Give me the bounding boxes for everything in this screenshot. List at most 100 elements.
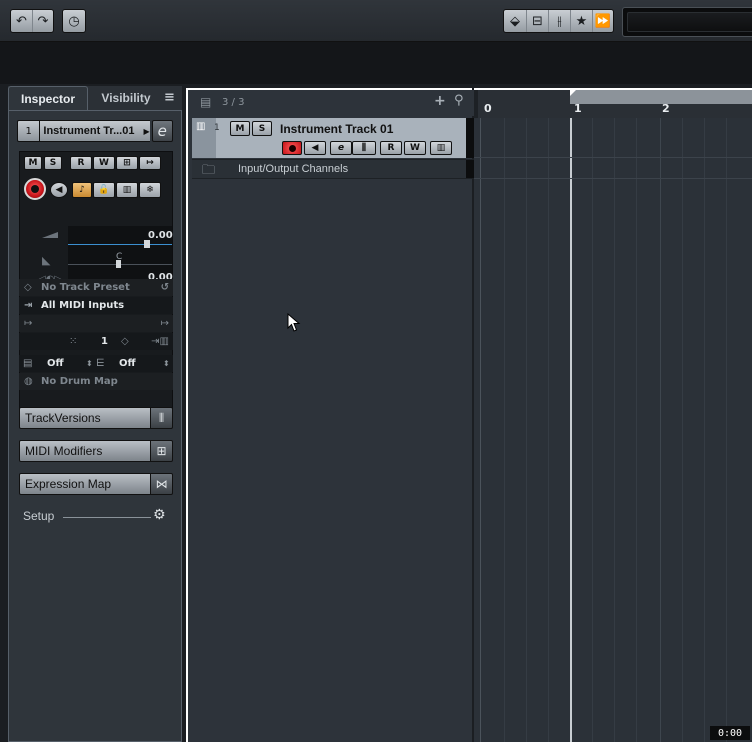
redo-icon[interactable]: ↷ xyxy=(32,10,53,32)
menu-icon[interactable]: ≡ xyxy=(164,90,178,105)
ruler-bar-1: 1 xyxy=(574,102,582,115)
undo-icon[interactable]: ↶ xyxy=(11,10,32,32)
search-icon[interactable]: ⚲ xyxy=(454,93,464,108)
gear-icon[interactable]: ⚙ xyxy=(153,507,166,523)
route-icon[interactable]: ↦ xyxy=(139,156,161,170)
add-track-icon[interactable]: + xyxy=(434,93,446,109)
pan-icon: ◣ xyxy=(42,254,51,267)
arrange-area[interactable]: 0:00 xyxy=(474,118,752,742)
top-toolbar: ↶ ↷ ◷ ⬙ ⊟ ⫲ ★ ⏩ xyxy=(0,0,752,42)
history-icon[interactable]: ◷ xyxy=(63,10,85,32)
grid-line xyxy=(592,118,593,742)
section-trackversions[interactable]: TrackVersions ⫴ xyxy=(19,407,173,429)
section-midi-modifiers[interactable]: MIDI Modifiers ⊞ xyxy=(19,440,173,462)
star-icon[interactable]: ★ xyxy=(570,10,592,32)
pan-handle[interactable] xyxy=(116,260,121,268)
setup-label: Setup xyxy=(23,509,55,523)
track-read-button[interactable]: R xyxy=(380,141,402,155)
ruler-bar-0: 0 xyxy=(484,102,492,115)
volume-handle[interactable] xyxy=(144,240,150,248)
inspector-track-header[interactable]: 1 Instrument Tr...01 ▶ e xyxy=(17,120,173,142)
expression-map-icon[interactable]: ⋈ xyxy=(151,473,173,495)
arrange-track-lane-divider xyxy=(474,157,752,158)
transpose-value[interactable]: Off xyxy=(47,358,64,369)
reset-icon[interactable]: ↺ xyxy=(161,282,169,293)
timeline-ruler[interactable]: 0 1 2 xyxy=(474,88,752,118)
mixer-icon[interactable]: ⫲ xyxy=(548,10,570,32)
volume-icon xyxy=(42,230,58,238)
snap-grid-icon[interactable]: ⊟ xyxy=(526,10,548,32)
track-name[interactable]: Instrument Tr...01 xyxy=(40,120,144,142)
velocity-value[interactable]: Off xyxy=(119,358,136,369)
channel-grid-icon: ⁙ xyxy=(69,336,78,347)
read-button[interactable]: R xyxy=(70,156,92,170)
chevron-right-icon[interactable]: ▶ xyxy=(143,120,150,142)
track-solo-button[interactable]: S xyxy=(252,121,272,136)
drum-map-field[interactable]: ◍ No Drum Map xyxy=(19,373,173,390)
preset-icon: ◇ xyxy=(24,282,32,293)
project-cursor-marker[interactable] xyxy=(570,90,576,96)
time-base-icon[interactable]: ♪ xyxy=(72,182,92,198)
midi-input-field[interactable]: ⇥ All MIDI Inputs xyxy=(19,297,173,314)
ruler-loop-zone xyxy=(570,90,752,104)
trackversions-icon[interactable]: ⫴ xyxy=(151,407,173,429)
transpose-velocity-row: ▤ Off ⬍ ⋿ Off ⬍ xyxy=(19,355,173,372)
setup-row[interactable]: Setup ⚙ xyxy=(23,507,173,525)
constrain-icon[interactable]: ⬙ xyxy=(504,10,526,32)
input-icon: ⇥ xyxy=(24,300,33,311)
track-record-button[interactable] xyxy=(282,141,302,155)
track-monitor-icon[interactable]: ◀ xyxy=(304,141,326,155)
grid-line xyxy=(480,118,481,742)
write-button[interactable]: W xyxy=(93,156,115,170)
track-levels-icon[interactable]: ⫼ xyxy=(352,141,376,155)
track-type-icon: ▥ xyxy=(192,118,216,158)
solo-button[interactable]: S xyxy=(44,156,62,170)
lane-icon[interactable]: ⊞ xyxy=(116,156,138,170)
lock-icon[interactable]: 🔓 xyxy=(93,182,115,198)
midi-channel-field[interactable]: ⁙ 1 ◇ ⇥▥ xyxy=(19,333,173,350)
section-label: TrackVersions xyxy=(19,407,151,429)
output-edit-icon[interactable]: ↦ xyxy=(161,318,169,329)
midi-channel-value: 1 xyxy=(101,336,108,347)
transport-display-inner xyxy=(627,12,752,32)
midi-modifiers-icon[interactable]: ⊞ xyxy=(151,440,173,462)
track-edit-icon[interactable]: e xyxy=(330,141,352,155)
folder-track-name[interactable]: Input/Output Channels xyxy=(238,163,348,175)
transport-display xyxy=(622,7,752,37)
track-mute-button[interactable]: M xyxy=(230,121,250,136)
tab-visibility[interactable]: Visibility xyxy=(90,86,162,110)
track-row[interactable]: ▥ 1 M S Instrument Track 01 ◀ e ⫼ R W ▥ xyxy=(192,118,476,158)
mute-button[interactable]: M xyxy=(24,156,42,170)
track-keyboard-icon[interactable]: ▥ xyxy=(430,141,452,155)
record-enable-button[interactable] xyxy=(24,178,46,200)
track-preset-field[interactable]: ◇ No Track Preset ↺ xyxy=(19,279,173,296)
midi-input-label: All MIDI Inputs xyxy=(41,300,125,311)
folder-track-row[interactable]: 🗀 Input/Output Channels xyxy=(192,159,476,179)
transpose-stepper[interactable]: ⬍ xyxy=(86,359,93,368)
grid-line xyxy=(504,118,505,742)
grid-line xyxy=(548,118,549,742)
drum-icon: ◍ xyxy=(24,376,33,387)
transpose-icon: ▤ xyxy=(23,358,33,369)
velocity-stepper[interactable]: ⬍ xyxy=(163,359,170,368)
track-name[interactable]: Instrument Track 01 xyxy=(280,122,393,136)
project-cursor-line xyxy=(570,118,572,742)
instrument-icon[interactable]: ⇥▥ xyxy=(151,336,169,347)
track-list: ▤ 3 / 3 + ⚲ ▥ 1 M S Instrument Track 01 … xyxy=(186,88,476,742)
track-write-button[interactable]: W xyxy=(404,141,426,155)
section-expression-map[interactable]: Expression Map ⋈ xyxy=(19,473,173,495)
monitor-icon[interactable]: ◀ xyxy=(50,182,68,198)
play-forward-icon[interactable]: ⏩ xyxy=(592,10,613,32)
program-icon: ◇ xyxy=(121,336,129,347)
tab-inspector[interactable]: Inspector xyxy=(8,86,88,110)
output-icon: ↦ xyxy=(24,318,33,329)
midi-output-field[interactable]: ↦ ↦ xyxy=(19,315,173,332)
track-list-menu-icon[interactable]: ▤ xyxy=(200,95,211,109)
keyboard-icon[interactable]: ▥ xyxy=(116,182,138,198)
volume-slider[interactable] xyxy=(68,244,172,245)
freeze-icon[interactable]: ❄ xyxy=(139,182,161,198)
ruler-loop-zone-lower xyxy=(570,104,752,118)
mouse-cursor-icon xyxy=(287,313,301,332)
track-number: 1 xyxy=(214,123,220,133)
edit-channel-icon[interactable]: e xyxy=(151,120,173,142)
